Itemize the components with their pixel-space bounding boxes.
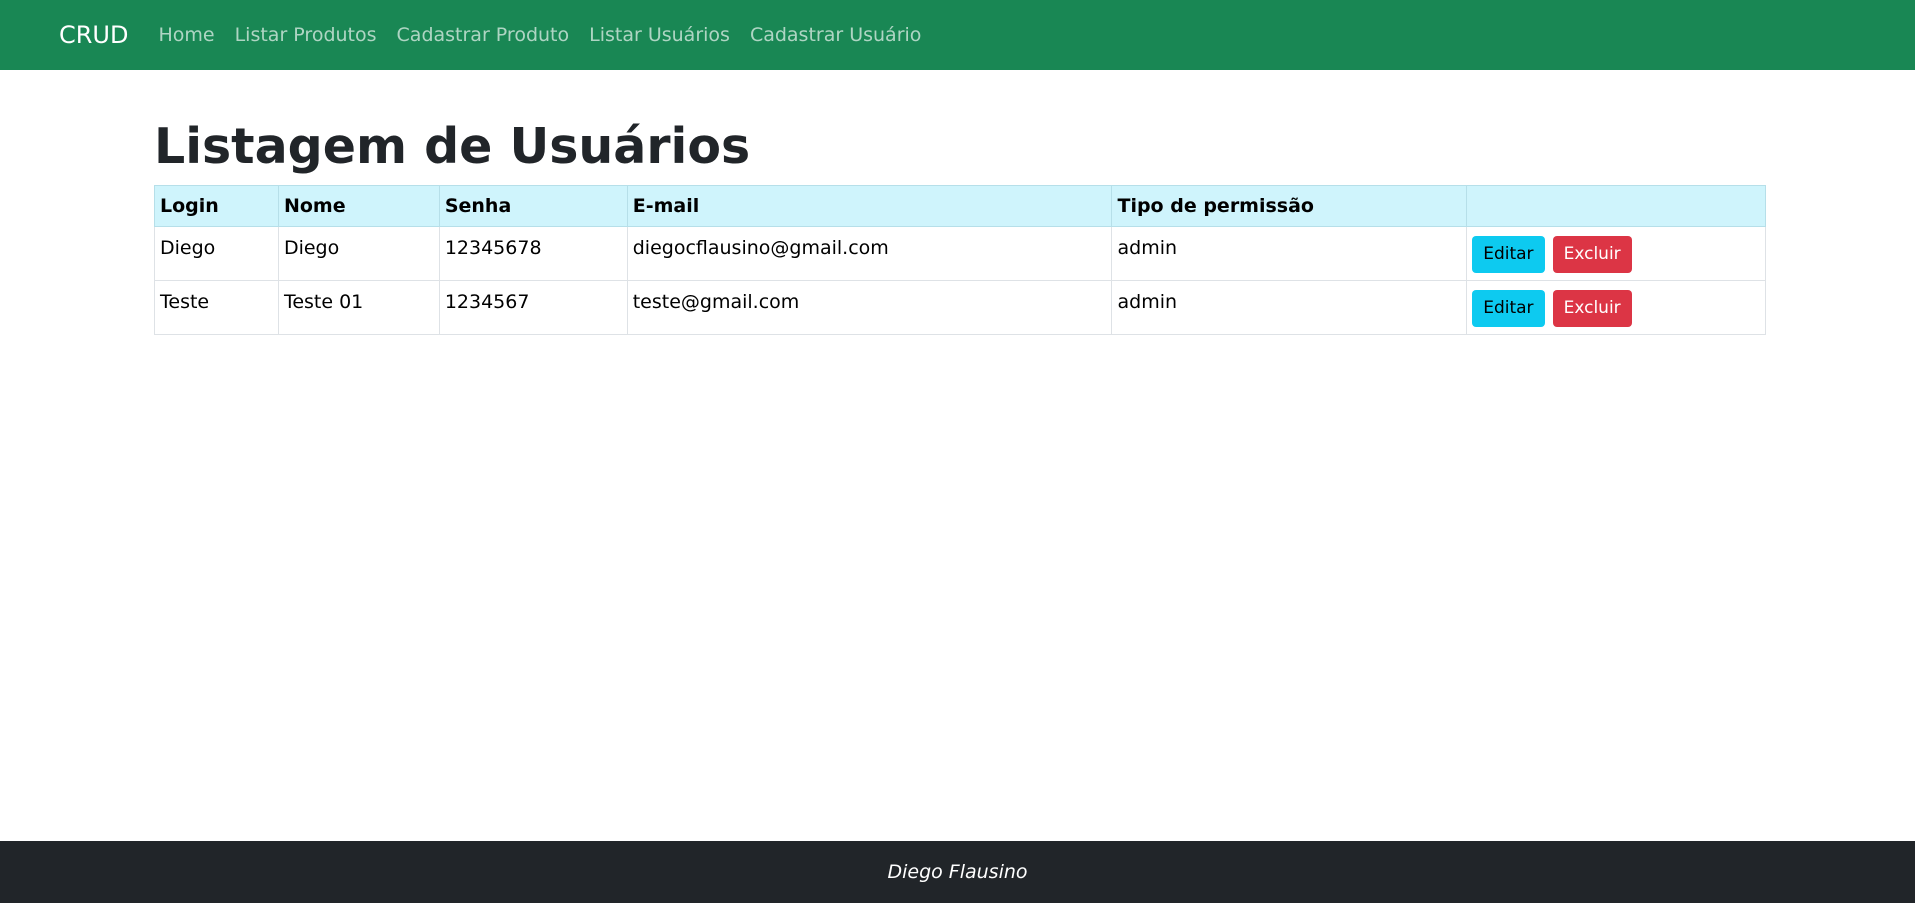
column-header-actions	[1466, 185, 1766, 227]
footer-author: Diego Flausino	[887, 861, 1028, 883]
delete-button[interactable]: Excluir	[1552, 290, 1632, 327]
table-header-row: Login Nome Senha E-mail Tipo de permissã…	[154, 185, 1766, 227]
column-header-senha: Senha	[438, 185, 628, 227]
main-content: Listagem de Usuários Login Nome Senha E-…	[154, 110, 1766, 335]
nav-link-cadastrar-usuario[interactable]: Cadastrar Usuário	[750, 24, 921, 46]
nav-link-listar-produtos[interactable]: Listar Produtos	[235, 24, 377, 46]
cell-senha: 12345678	[438, 226, 628, 281]
edit-button[interactable]: Editar	[1472, 236, 1545, 273]
table-header: Login Nome Senha E-mail Tipo de permissã…	[154, 185, 1766, 227]
users-table: Login Nome Senha E-mail Tipo de permissã…	[154, 185, 1766, 335]
column-header-nome: Nome	[277, 185, 440, 227]
cell-actions: Editar Excluir	[1466, 226, 1766, 281]
brand-link[interactable]: CRUD	[59, 21, 128, 49]
column-header-login: Login	[154, 185, 279, 227]
nav-link-listar-usuarios[interactable]: Listar Usuários	[589, 24, 730, 46]
column-header-email: E-mail	[626, 185, 1113, 227]
cell-email: diegocflausino@gmail.com	[626, 226, 1113, 281]
table-row: Teste Teste 01 1234567 teste@gmail.com a…	[154, 280, 1766, 335]
column-header-permissao: Tipo de permissão	[1111, 185, 1468, 227]
table-body: Diego Diego 12345678 diegocflausino@gmai…	[154, 226, 1766, 335]
cell-senha: 1234567	[438, 280, 628, 335]
edit-button[interactable]: Editar	[1472, 290, 1545, 327]
cell-login: Teste	[154, 280, 279, 335]
nav-link-home[interactable]: Home	[158, 24, 214, 46]
table-row: Diego Diego 12345678 diegocflausino@gmai…	[154, 226, 1766, 281]
cell-nome: Teste 01	[277, 280, 440, 335]
page-title: Listagem de Usuários	[154, 118, 751, 175]
cell-permissao: admin	[1111, 226, 1468, 281]
navbar: CRUD Home Listar Produtos Cadastrar Prod…	[0, 0, 1915, 70]
cell-nome: Diego	[277, 226, 440, 281]
footer: Diego Flausino	[0, 841, 1915, 903]
cell-login: Diego	[154, 226, 279, 281]
cell-permissao: admin	[1111, 280, 1468, 335]
nav-link-cadastrar-produto[interactable]: Cadastrar Produto	[397, 24, 570, 46]
cell-actions: Editar Excluir	[1466, 280, 1766, 335]
cell-email: teste@gmail.com	[626, 280, 1113, 335]
delete-button[interactable]: Excluir	[1552, 236, 1632, 273]
